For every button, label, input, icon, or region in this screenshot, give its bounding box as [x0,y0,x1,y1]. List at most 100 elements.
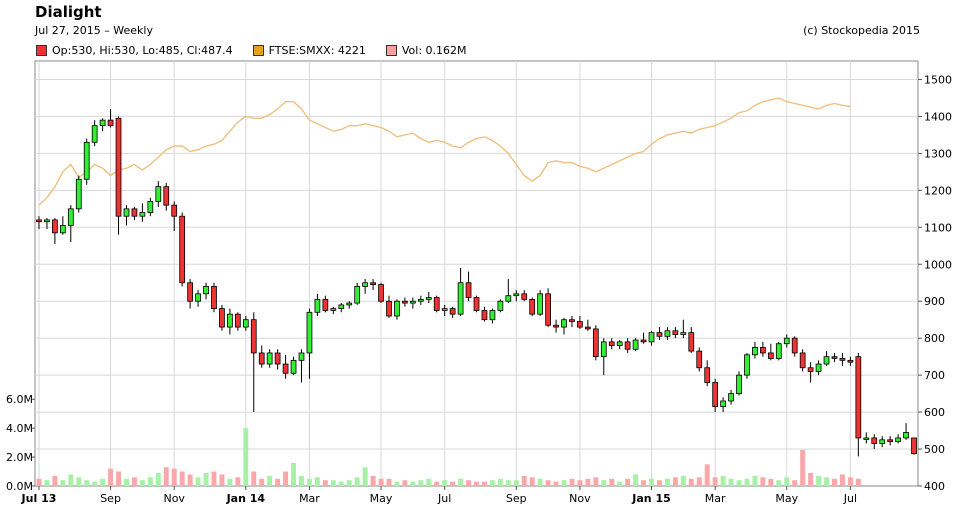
volume-bar [760,477,766,486]
volume-bar [426,478,432,486]
volume-bar [163,467,169,486]
volume-bar [410,481,416,486]
candle-body [760,347,766,354]
volume-bar [720,475,726,486]
candle-body [195,293,201,302]
volume-bar [203,472,209,486]
volume-bar [505,480,511,486]
volume-bar [68,474,74,486]
candle-body [744,354,750,376]
price-tick-label: 400 [924,480,945,493]
candle-body [831,356,838,359]
candle-body [75,178,82,210]
volume-bar [211,471,217,486]
price-tick-label: 1000 [924,258,952,271]
volume-bar [569,478,575,486]
volume-bar [76,477,82,486]
volume-bar [267,475,273,486]
candle-body [44,219,50,223]
volume-bar [553,481,559,486]
candle-body [616,341,623,346]
volume-bar [736,480,742,486]
candle-body [402,300,408,304]
volume-bar [545,480,551,486]
candle-body [338,304,345,310]
volume-bar [593,477,599,486]
candle-body [712,382,719,407]
candle-body [234,313,241,328]
candle-body [481,310,488,321]
candle-body [704,367,711,383]
candle-body [648,332,655,343]
volume-bar [664,478,670,486]
candle-body [362,282,368,287]
candle-body [449,308,456,315]
price-tick-label: 1200 [924,184,952,197]
candle-body [107,119,114,127]
volume-bar [402,480,408,486]
volume-bar [108,468,114,486]
candle-body [688,332,695,352]
volume-bar [855,478,861,486]
volume-bar [577,480,583,486]
volume-bar [378,478,384,486]
volume-bar [386,478,392,486]
candle-body [839,358,846,361]
volume-bar [847,477,853,486]
volume-bar [179,471,185,486]
volume-bar [275,478,281,486]
volume-bar [171,468,177,486]
x-tick-label: Sep [506,492,527,505]
candle-body [600,341,607,358]
candle-body [823,356,830,365]
price-tick-label: 600 [924,406,945,419]
volume-bar [155,472,161,486]
chart-canvas: 400 500 600 700 800 900 1000 1100 1200 1300 1400 15… [6,60,952,505]
candle-body [624,341,631,350]
volume-bar [728,478,734,486]
candle-body [298,352,305,361]
volume-bar [450,481,456,486]
volume-bar [243,428,249,486]
candle-body [322,298,329,311]
price-tick-label: 500 [924,443,945,456]
volume-bar [617,481,623,486]
volume-bar [322,480,328,486]
price-tick-label: 1400 [924,110,952,123]
candle-body [250,319,257,354]
candle-body [290,359,297,374]
volume-bar [513,480,519,486]
candle-body [83,141,90,180]
candle-body [266,352,273,365]
volume-bar [466,480,472,486]
volume-tick-label: 6.0M [6,393,33,406]
volume-bar [521,475,527,486]
volume-bar [139,480,145,486]
volume-bar [752,475,758,486]
volume-bar [489,480,495,486]
volume-bar [529,477,535,486]
x-tick-label: Jan 15 [631,492,670,505]
volume-bar [768,478,774,486]
volume-bar [306,478,312,486]
x-tick-label: Jul 13 [21,492,57,505]
volume-bar [784,477,790,486]
x-tick-label: Jul [843,492,857,505]
volume-bar [696,477,702,486]
volume-tick-label: 0.0M [6,480,33,493]
volume-bar [124,478,129,486]
candle-body [887,439,894,443]
volume-bar [744,478,750,486]
price-tick-label: 1300 [924,147,952,160]
candle-body [640,339,647,343]
candle-body [425,297,432,300]
candle-body [608,341,615,346]
candle-body [553,324,559,328]
candle-body [330,308,337,311]
candle-body [680,332,687,335]
volume-bar [561,480,567,486]
candle-body [441,308,448,311]
volume-bar [839,474,845,486]
candle-body [799,352,806,369]
candle-body [99,119,106,127]
